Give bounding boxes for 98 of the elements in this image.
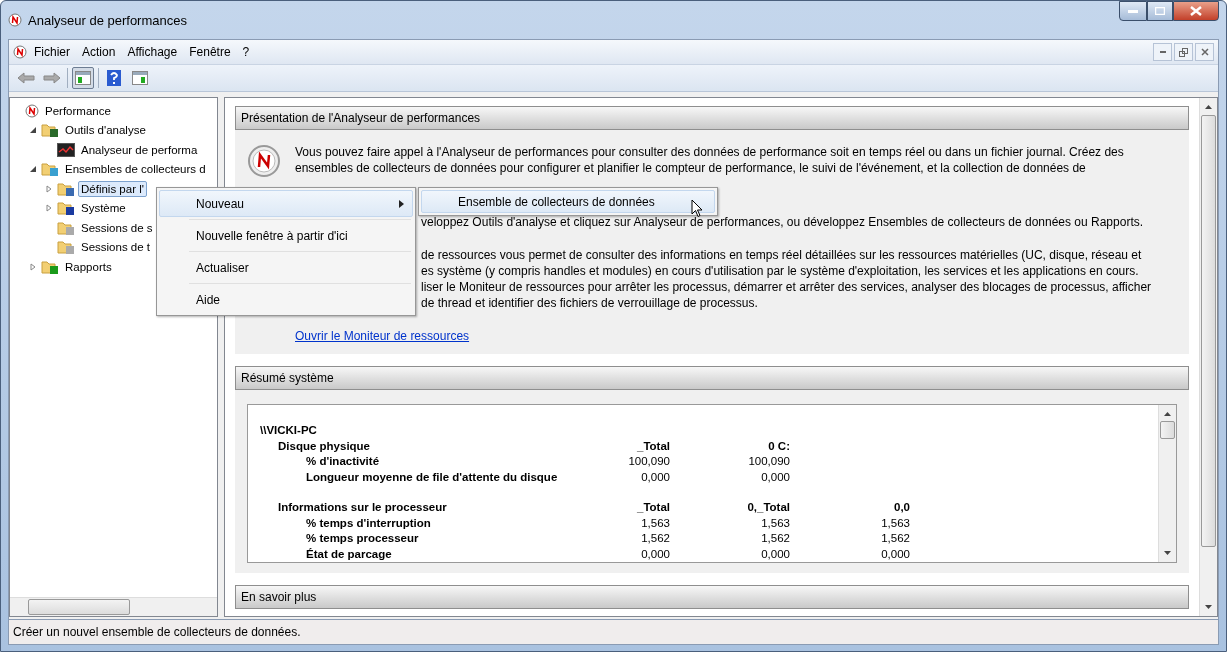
expand-arrow-icon[interactable] [29,262,37,271]
scroll-up-icon[interactable] [1205,105,1212,109]
table-cell-text: 0,000 [640,469,670,485]
folder-icon [41,122,59,139]
paragraph-line: es système (y compris handles et modules) en cours d'utilisation par le système d'exploitation, les services et les applications en cours. [421,263,1140,279]
close-button[interactable] [1173,1,1219,21]
context-menu-item[interactable]: Nouvelle fenêtre à partir d'ici [159,222,413,249]
table-label: Informations sur le processeur [277,500,448,515]
table-cell-text: _Total [636,438,670,454]
collapse-arrow-icon[interactable] [29,126,37,135]
expand-arrow-icon[interactable] [45,184,53,193]
menu-item[interactable]: Fenêtre [184,43,236,61]
section-title: En savoir plus [235,585,1189,609]
submenu-arrow-icon [399,199,404,208]
minimize-button[interactable] [1119,1,1147,21]
table-cell-text: 0 C: [767,438,790,454]
table-cell-text: 1,563 [640,515,670,531]
close-icon [1190,6,1202,16]
scroll-down-icon[interactable] [1205,605,1212,609]
status-bar: Créer un nouvel ensemble de collecteurs de données. [8,620,1219,645]
table-label: État de parcage [305,546,393,562]
folder-icon [41,258,59,275]
vertical-scrollbar[interactable] [1199,98,1217,616]
paragraph-line: de thread et identifier des fichiers de verrouillage de processus. [421,295,759,311]
minimize-icon [1128,9,1138,13]
resource-monitor-link[interactable]: Ouvrir le Moniteur de ressources [295,328,470,344]
restore-icon [1179,47,1188,57]
folder-icon [57,239,75,256]
paragraph: veloppez Outils d'analyse et cliquez sur Analyseur de performances, ou développez Ensembles de collecteurs de données ou Rapports. [421,214,1145,230]
context-menu-item[interactable]: Nouveau [159,190,413,217]
table-cell-text: 1,563 [880,515,910,531]
table-label: Disque physique [277,438,372,454]
tree-item[interactable]: Outils d'analyse [62,122,149,139]
table-label: % temps d'interruption [305,515,432,531]
folder-icon [57,200,75,217]
table-cell-text: 100,090 [747,454,790,469]
table-cell-text: 0,000 [880,546,910,562]
table-cell-text: 1,562 [880,531,910,546]
tree-item[interactable]: Système [78,200,129,217]
tree-item[interactable]: Ensembles de collecteurs d [62,161,209,178]
scroll-up-icon[interactable] [1164,412,1171,416]
minimize-icon [1159,51,1166,53]
context-menu-item[interactable]: Ensemble de collecteurs de données [421,190,715,213]
tree-item[interactable]: Sessions de t [78,239,154,256]
chart-icon [57,142,75,157]
horizontal-scrollbar[interactable] [10,597,217,616]
tree-item[interactable]: Définis par l' [78,180,147,197]
scrollbar-thumb[interactable] [28,599,130,615]
tree-item[interactable]: Performance [42,102,114,119]
section-title: Présentation de l'Analyseur de performances [235,106,1189,130]
gauge-icon [8,13,22,27]
menu-item[interactable]: Affichage [122,43,183,61]
tree-item[interactable]: Analyseur de performa [78,141,201,158]
maximize-button[interactable] [1147,1,1173,21]
menu-item[interactable]: Fichier [29,43,75,61]
vertical-scrollbar[interactable] [1158,405,1176,562]
table-label: % d'inactivité [305,454,381,469]
section-title: Résumé système [235,366,1189,390]
gauge-icon [25,103,39,118]
minimize-button[interactable] [1153,43,1172,61]
menu-item[interactable]: ? [237,43,255,61]
paragraph-line: de ressources vous permet de consulter des informations en temps réel détaillées sur les ressources matérielles (UC, disque, réseau et [421,247,1143,263]
folder-icon [41,161,59,178]
gauge-icon [247,144,281,178]
expand-arrow-icon[interactable] [45,204,53,213]
table-cell-text: 1,562 [760,531,790,546]
table-label: Longueur moyenne de file d'attente du disque [305,469,559,485]
scroll-down-icon[interactable] [1164,551,1171,555]
tree-item[interactable]: Sessions de s [78,219,156,236]
table-cell-text: 100,090 [627,454,670,469]
table-label: % temps processeur [305,531,420,546]
folder-icon [57,219,75,236]
table-cell-text: 1,562 [640,531,670,546]
maximize-icon [1155,7,1165,15]
paragraph: Vous pouvez faire appel à l'Analyseur de performances pour consulter des données de performance soit en temps réel ou dans un fichier journal. Créez des ensembles de collecteurs de données pour configurer et planifier le compteur de performance, le suivi de l'événement, et la collection de données de [295,144,1125,177]
scrollbar-thumb[interactable] [1160,421,1175,439]
table-cell-text: 0,000 [760,546,790,562]
table-cell-text: 0,000 [760,469,790,485]
console-tree-button[interactable] [72,67,94,89]
collapse-arrow-icon[interactable] [29,165,37,174]
menu-item[interactable]: Action [77,43,121,61]
table-cell-text: 1,563 [760,515,790,531]
context-menu-item[interactable]: Actualiser [159,254,413,281]
close-button[interactable] [1195,43,1214,61]
folder-icon [57,180,75,197]
table-cell-text: 0,000 [640,546,670,562]
tree-item[interactable]: Rapports [62,258,115,275]
table-cell-text: 0,0 [893,500,910,515]
paragraph-line: liser le Moniteur de ressources pour arrêter les processus, démarrer et arrêter des services, analyser des blocages de processus, afficher [421,279,1153,295]
gauge-icon [13,45,27,59]
table-label: \\VICKI-PC [260,423,318,438]
table-cell-text: _Total [636,500,670,515]
close-icon [1200,48,1209,56]
scrollbar-thumb[interactable] [1201,115,1216,547]
table-cell-text: 0,_Total [746,500,790,515]
context-menu-item[interactable]: Aide [159,286,413,313]
restore-button[interactable] [1174,43,1193,61]
window-title: Analyseur de performances [28,12,187,28]
